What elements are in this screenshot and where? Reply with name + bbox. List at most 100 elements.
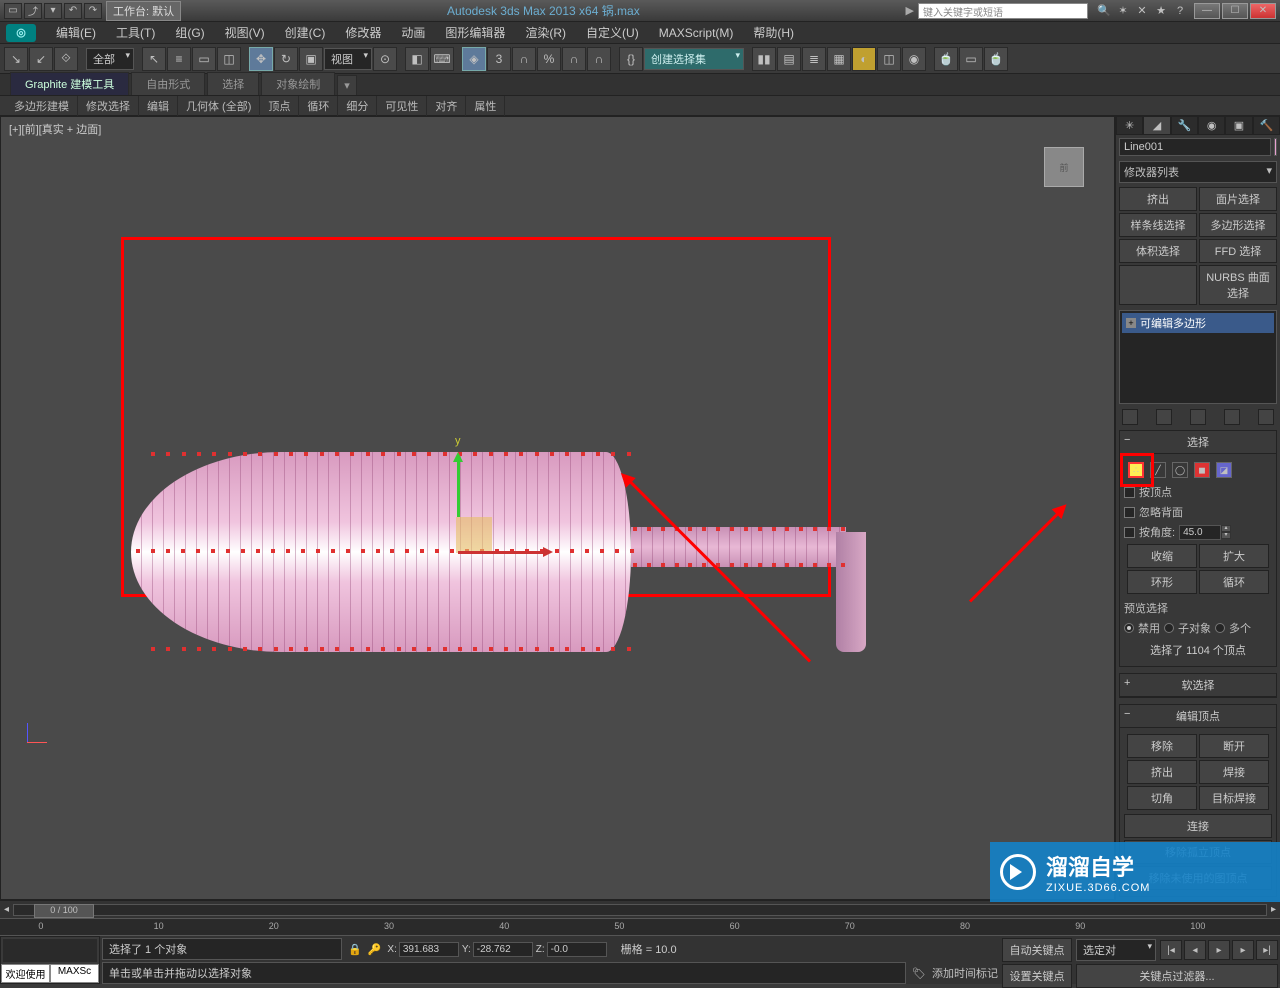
manipulate-icon[interactable]: ◧	[405, 47, 429, 71]
gizmo-plane-icon[interactable]	[456, 517, 492, 553]
auto-key-button[interactable]: 自动关键点	[1002, 938, 1072, 962]
dope-sheet-icon[interactable]: ◫	[877, 47, 901, 71]
app-menu-icon[interactable]: ◎	[6, 24, 36, 42]
x-input[interactable]	[399, 942, 459, 957]
snap-toggle-icon[interactable]: ◈	[462, 47, 486, 71]
angle-input[interactable]	[1179, 525, 1221, 540]
track-bar[interactable]: 0102030405060708090100	[0, 918, 1280, 936]
tab-graphite[interactable]: Graphite 建模工具	[10, 72, 129, 95]
menu-tools[interactable]: 工具(T)	[106, 22, 165, 43]
mirror-icon[interactable]: ▮▮	[752, 47, 776, 71]
tab-freeform[interactable]: 自由形式	[131, 72, 205, 95]
sub-edit[interactable]: 编辑	[139, 96, 178, 116]
viewport-label[interactable]: [+][前][真实 + 边面]	[9, 121, 101, 137]
grow-button[interactable]: 扩大	[1199, 544, 1269, 568]
render-preview[interactable]	[3, 939, 97, 962]
curve-editor-icon[interactable]: ◐	[852, 47, 876, 71]
modifier-stack[interactable]: + 可编辑多边形	[1119, 310, 1277, 404]
next-frame-icon[interactable]: ▸	[1232, 940, 1254, 960]
pivot-icon[interactable]: ⊙	[373, 47, 397, 71]
schematic-icon[interactable]: ▦	[827, 47, 851, 71]
btn-poly-sel[interactable]: 多边形选择	[1199, 213, 1277, 237]
gizmo-y-axis-icon[interactable]	[457, 457, 460, 517]
select-icon[interactable]: ↖	[142, 47, 166, 71]
btn-vol-sel[interactable]: 体积选择	[1119, 239, 1197, 263]
qat-new-icon[interactable]: ▭	[4, 3, 22, 19]
spinner-snap-icon[interactable]: %	[537, 47, 561, 71]
add-marker-label[interactable]: 添加时间标记	[932, 965, 998, 981]
percent-snap-icon[interactable]: ∩	[512, 47, 536, 71]
y-input[interactable]	[473, 942, 533, 957]
sub-vertex[interactable]: 顶点	[260, 96, 299, 116]
btn-ffd-sel[interactable]: FFD 选择	[1199, 239, 1277, 263]
help-icon[interactable]: ?	[1172, 3, 1188, 19]
render-frame-icon[interactable]: ▭	[959, 47, 983, 71]
rotate-icon[interactable]: ↻	[274, 47, 298, 71]
qat-redo-icon[interactable]: ↷	[84, 3, 102, 19]
polygon-subobj-icon[interactable]: ◼	[1194, 462, 1210, 478]
by-vertex-checkbox[interactable]	[1124, 487, 1135, 498]
btn-spline-sel[interactable]: 样条线选择	[1119, 213, 1197, 237]
maximize-button[interactable]: ☐	[1222, 3, 1248, 19]
by-angle-checkbox[interactable]	[1124, 527, 1135, 538]
unlink-icon[interactable]: ↙	[29, 47, 53, 71]
show-end-icon[interactable]	[1156, 409, 1172, 425]
maxscript-button[interactable]: MAXSc	[50, 964, 99, 983]
minimize-button[interactable]: —	[1194, 3, 1220, 19]
goto-end-icon[interactable]: ▸|	[1256, 940, 1278, 960]
sub-loop[interactable]: 循环	[299, 96, 338, 116]
btn-patch-sel[interactable]: 面片选择	[1199, 187, 1277, 211]
ref-coord-system[interactable]: 视图	[324, 48, 372, 70]
viewport[interactable]: [+][前][真实 + 边面] 前	[0, 116, 1115, 900]
display-tab-icon[interactable]: ▣	[1225, 116, 1252, 135]
radio-sub[interactable]	[1164, 623, 1174, 633]
menu-render[interactable]: 渲染(R)	[515, 22, 576, 43]
lock-icon[interactable]: 🔒	[348, 943, 362, 956]
scale-icon[interactable]: ▣	[299, 47, 323, 71]
play-icon[interactable]: ▸	[1208, 940, 1230, 960]
ring-button[interactable]: 环形	[1127, 570, 1197, 594]
loop-button[interactable]: 循环	[1199, 570, 1269, 594]
btn-extrude[interactable]: 挤出	[1119, 187, 1197, 211]
sub-poly-model[interactable]: 多边形建模	[6, 96, 78, 116]
qat-save-icon[interactable]: ▾	[44, 3, 62, 19]
move-icon[interactable]: ✥	[249, 47, 273, 71]
sub-visibility[interactable]: 可见性	[377, 96, 427, 116]
tag-icon[interactable]: 🏷	[912, 967, 926, 980]
signin-icon[interactable]: ✶	[1115, 3, 1131, 19]
menu-create[interactable]: 创建(C)	[275, 22, 336, 43]
menu-maxscript[interactable]: MAXScript(M)	[649, 24, 744, 42]
key-icon[interactable]: 🔑	[368, 943, 382, 956]
spinner-up-icon[interactable]: ▴	[1221, 525, 1231, 532]
exchange-icon[interactable]: ✕	[1134, 3, 1150, 19]
selection-rollout-header[interactable]: −选择	[1120, 431, 1276, 454]
sub-mod-sel[interactable]: 修改选择	[78, 96, 139, 116]
selection-filter[interactable]: 全部	[86, 48, 134, 70]
connect-button[interactable]: 连接	[1124, 814, 1272, 838]
sub-subdiv[interactable]: 细分	[338, 96, 377, 116]
weld-button[interactable]: 焊接	[1199, 760, 1269, 784]
goto-start-icon[interactable]: |◂	[1160, 940, 1182, 960]
expand-icon[interactable]: +	[1126, 318, 1136, 328]
sub-align[interactable]: 对齐	[427, 96, 466, 116]
time-handle[interactable]: 0 / 100	[34, 904, 94, 918]
qat-undo-icon[interactable]: ↶	[64, 3, 82, 19]
render-icon[interactable]: 🍵	[984, 47, 1008, 71]
layers-icon[interactable]: ≣	[802, 47, 826, 71]
stack-editable-poly[interactable]: + 可编辑多边形	[1122, 313, 1274, 333]
menu-graph[interactable]: 图形编辑器	[435, 22, 515, 43]
shrink-button[interactable]: 收缩	[1127, 544, 1197, 568]
modifier-list-dropdown[interactable]: 修改器列表	[1119, 161, 1277, 183]
tab-selection[interactable]: 选择	[207, 72, 259, 95]
unique-icon[interactable]	[1190, 409, 1206, 425]
qat-open-icon[interactable]: ⤴	[24, 3, 42, 19]
menu-edit[interactable]: 编辑(E)	[46, 22, 106, 43]
material-editor-icon[interactable]: ◉	[902, 47, 926, 71]
tab-paint[interactable]: 对象绘制	[261, 72, 335, 95]
target-weld-button[interactable]: 目标焊接	[1199, 786, 1269, 810]
close-button[interactable]: ✕	[1250, 3, 1276, 19]
menu-help[interactable]: 帮助(H)	[743, 22, 804, 43]
workspace-selector[interactable]: 工作台: 默认	[106, 1, 181, 21]
menu-animation[interactable]: 动画	[391, 22, 435, 43]
menu-group[interactable]: 组(G)	[165, 22, 214, 43]
